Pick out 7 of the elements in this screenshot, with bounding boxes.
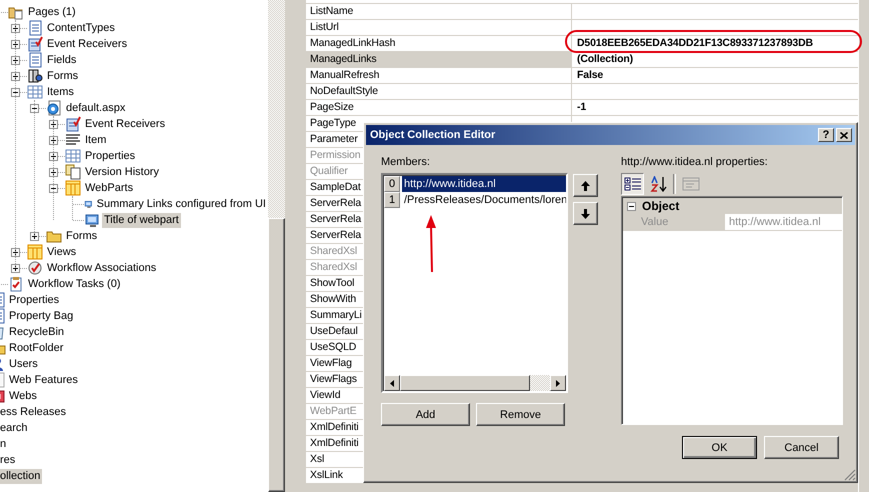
category-label: Object — [642, 199, 680, 213]
properties-label: http://www.itidea.nl properties: — [621, 155, 769, 169]
property-value: http://www.itidea.nl — [725, 214, 842, 231]
dialog-title: Object Collection Editor — [370, 129, 496, 141]
members-label: Members: — [381, 155, 431, 169]
index-label: 1 — [384, 192, 400, 208]
index-label: 0 — [384, 176, 400, 192]
